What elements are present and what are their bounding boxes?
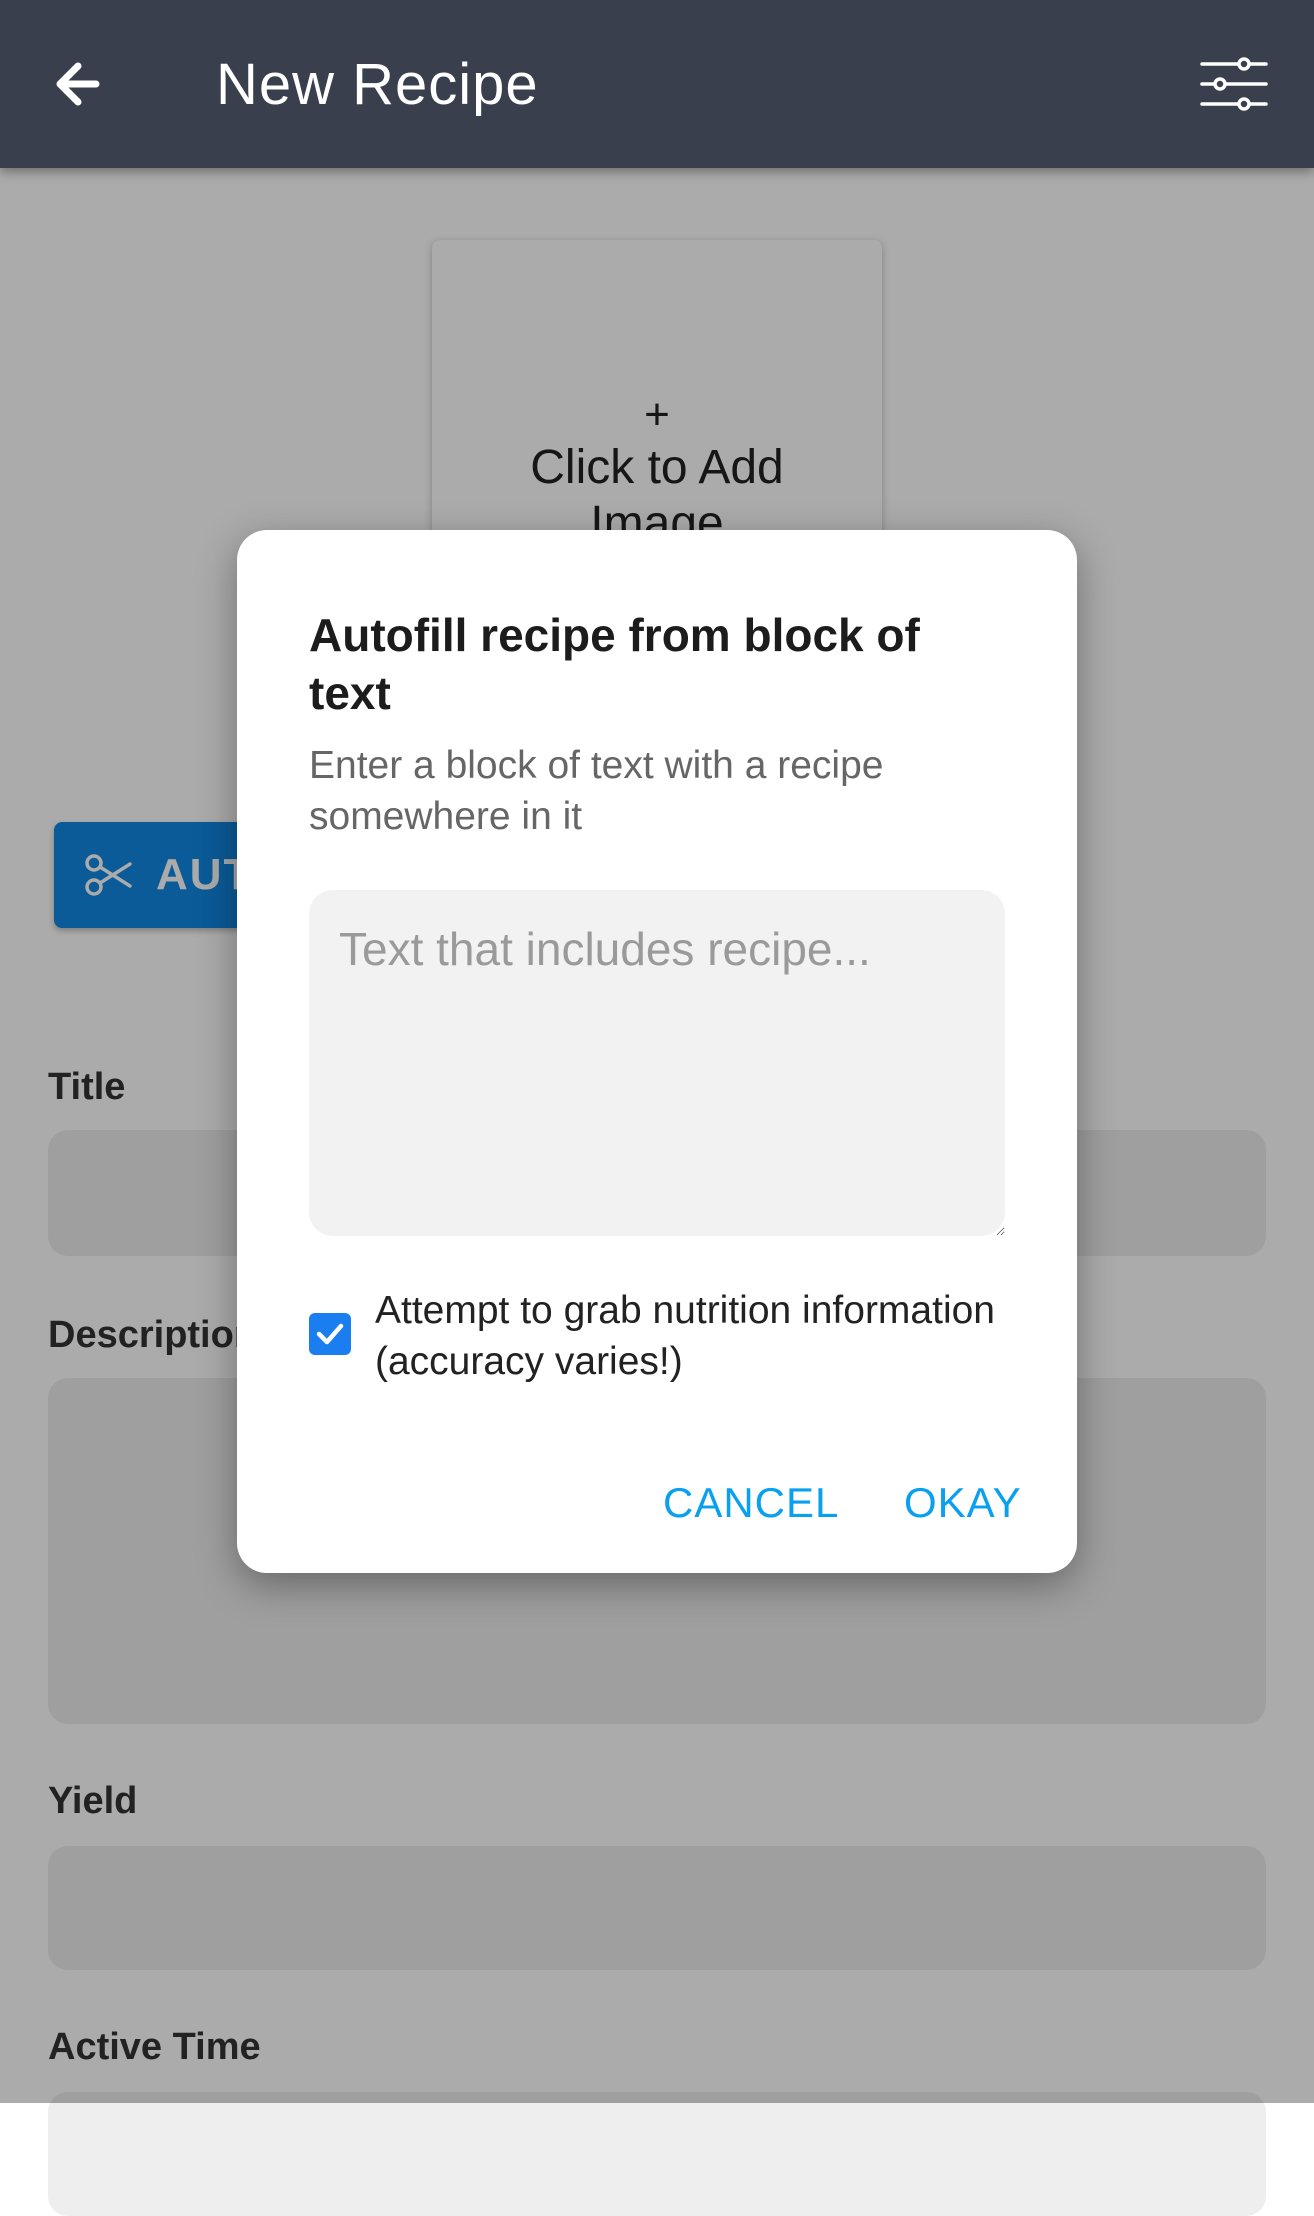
- autofill-dialog: Autofill recipe from block of text Enter…: [237, 530, 1077, 1573]
- cancel-button[interactable]: CANCEL: [663, 1478, 839, 1528]
- dialog-subtitle: Enter a block of text with a recipe some…: [309, 744, 884, 838]
- active-time-input[interactable]: [48, 2092, 1266, 2216]
- dialog-actions: CANCEL OKAY: [237, 1478, 1077, 1538]
- back-button[interactable]: [44, 44, 124, 124]
- filter-button[interactable]: [1198, 48, 1270, 120]
- checkmark-icon: [316, 1323, 344, 1345]
- recipe-text-input[interactable]: [309, 890, 1005, 1236]
- sliders-icon: [1200, 57, 1268, 111]
- arrow-left-icon: [56, 62, 100, 106]
- page-title: New Recipe: [216, 52, 539, 117]
- nutrition-checkbox-row[interactable]: Attempt to grab nutrition information (a…: [309, 1285, 1029, 1395]
- okay-button[interactable]: OKAY: [904, 1478, 1022, 1528]
- nutrition-checkbox[interactable]: [309, 1313, 351, 1355]
- app-header: New Recipe: [0, 0, 1314, 168]
- nutrition-checkbox-label: Attempt to grab nutrition information (a…: [375, 1289, 995, 1383]
- dialog-title: Autofill recipe from block of text: [309, 609, 920, 719]
